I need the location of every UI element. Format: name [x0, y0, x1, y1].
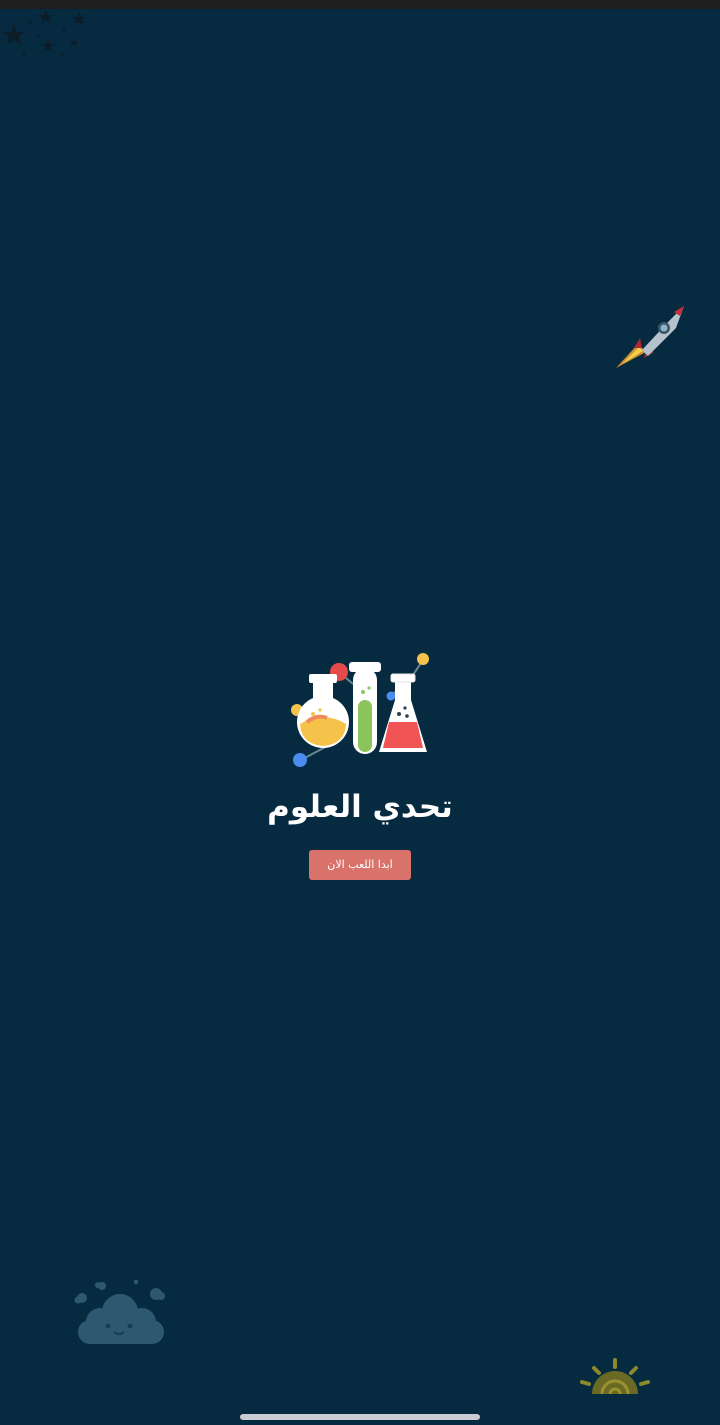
splash-screen: تحدي العلوم ابدا اللعب الان	[0, 0, 720, 1425]
start-game-button[interactable]: ابدا اللعب الان	[309, 850, 411, 880]
sun-icon	[580, 1358, 650, 1395]
science-flasks-icon	[291, 653, 429, 767]
rocket-icon	[616, 306, 684, 368]
app-title: تحدي العلوم	[267, 789, 453, 825]
stars-icon	[3, 9, 90, 56]
home-indicator[interactable]	[240, 1414, 480, 1420]
status-bar	[0, 0, 720, 9]
cloud-icon	[74, 1279, 165, 1344]
